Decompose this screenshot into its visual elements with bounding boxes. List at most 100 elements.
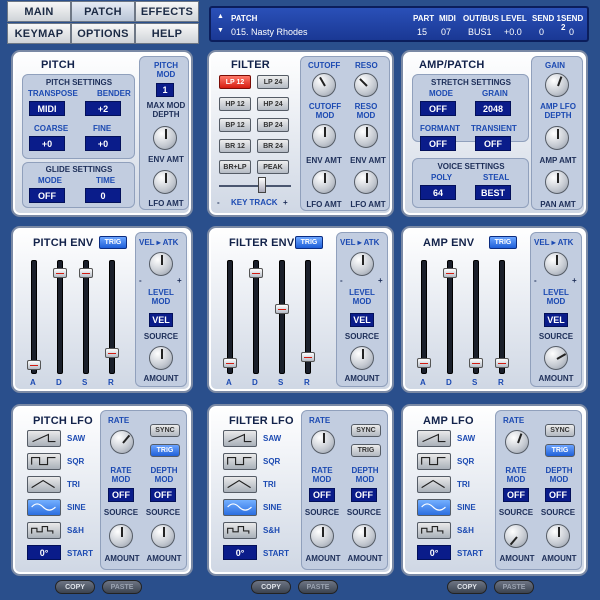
patch-up-arrow-icon[interactable]: ▲ (217, 13, 224, 20)
filter-lfo-sh-button[interactable] (223, 522, 257, 539)
nav-options[interactable]: OPTIONS (71, 23, 135, 44)
reso-lfo-amt-knob[interactable] (354, 170, 378, 194)
amp-paste-button[interactable]: PASTE (494, 580, 534, 594)
filter-env-r-slider[interactable] (301, 352, 315, 362)
filter-env-amount-knob[interactable] (350, 346, 374, 370)
val-midi[interactable]: 07 (441, 27, 451, 37)
filter-lfo-saw-button[interactable] (223, 430, 257, 447)
pitch-env-a-slider[interactable] (27, 360, 41, 370)
val-send1[interactable]: 0 (539, 27, 544, 37)
amp-env-r-slider[interactable] (495, 358, 509, 368)
filter-lfo-sqr-button[interactable] (223, 453, 257, 470)
bender-value[interactable]: +2 (85, 101, 121, 116)
pitch-lfo-sine-button[interactable] (27, 499, 61, 516)
nav-keymap[interactable]: KEYMAP (7, 23, 71, 44)
pitch-lfo-start-value[interactable]: 0° (27, 545, 61, 560)
filter-type-lp24[interactable]: LP 24 (257, 75, 289, 89)
pitch-lfo-tri-button[interactable] (27, 476, 61, 493)
pitch-env-d-slider[interactable] (53, 268, 67, 278)
filter-env-a-slider[interactable] (223, 358, 237, 368)
reso-env-amt-knob[interactable] (354, 124, 378, 148)
pitch-lfo-rate-amount-knob[interactable] (109, 524, 133, 548)
amp-env-amount-knob[interactable] (544, 346, 568, 370)
filter-lfo-tri-button[interactable] (223, 476, 257, 493)
pitch-lfo-trig-button[interactable]: TRIG (150, 444, 180, 457)
filter-env-vel-atk-knob[interactable] (350, 252, 374, 276)
patch-down-arrow-icon[interactable]: ▼ (217, 27, 224, 34)
amp-env-d-slider[interactable] (443, 268, 457, 278)
filter-env-s-slider[interactable] (275, 304, 289, 314)
amp-lfo-rate-knob[interactable] (505, 430, 529, 454)
formant-value[interactable]: OFF (420, 136, 456, 151)
reso-knob[interactable] (354, 73, 378, 97)
fine-value[interactable]: +0 (85, 136, 121, 151)
pitch-env-amt-knob[interactable] (153, 170, 177, 194)
gain-knob[interactable] (545, 73, 569, 97)
val-outbus[interactable]: BUS1 (468, 27, 492, 37)
amp-lfo-rate-mod-value[interactable]: OFF (503, 488, 529, 502)
pitch-env-vel-atk-knob[interactable] (149, 252, 173, 276)
amp-lfo-sine-button[interactable] (417, 499, 451, 516)
pitch-env-amount-knob[interactable] (149, 346, 173, 370)
amp-env-level-mod-value[interactable]: VEL (544, 313, 568, 327)
filter-lfo-trig-button[interactable]: TRIG (351, 444, 381, 457)
val-send2[interactable]: 0 (569, 27, 574, 37)
filter-lfo-rate-mod-value[interactable]: OFF (309, 488, 335, 502)
pitch-lfo-sync-button[interactable]: SYNC (150, 424, 180, 437)
amp-lfo-sqr-button[interactable] (417, 453, 451, 470)
amp-lfo-trig-button[interactable]: TRIG (545, 444, 575, 457)
filter-type-lp12[interactable]: LP 12 (219, 75, 251, 89)
nav-help[interactable]: HELP (135, 23, 199, 44)
filter-lfo-rate-knob[interactable] (311, 430, 335, 454)
patch-name[interactable]: 015. Nasty Rhodes (231, 27, 308, 37)
amp-lfo-start-value[interactable]: 0° (417, 545, 451, 560)
amp-env-s-slider[interactable] (469, 358, 483, 368)
filter-copy-button[interactable]: COPY (251, 580, 291, 594)
pitch-lfo-sh-button[interactable] (27, 522, 61, 539)
poly-value[interactable]: 64 (420, 185, 456, 200)
pitch-lfo-sqr-button[interactable] (27, 453, 61, 470)
amp-lfo-saw-button[interactable] (417, 430, 451, 447)
amp-lfo-depth-knob[interactable] (545, 126, 569, 150)
steal-value[interactable]: BEST (475, 185, 511, 200)
transpose-value[interactable]: MIDI (29, 101, 65, 116)
amp-lfo-depth-amount-knob[interactable] (546, 524, 570, 548)
amp-env-vel-atk-knob[interactable] (544, 252, 568, 276)
filter-lfo-start-value[interactable]: 0° (223, 545, 257, 560)
val-part[interactable]: 15 (417, 27, 427, 37)
filter-env-d-slider[interactable] (249, 268, 263, 278)
filter-type-hp12[interactable]: HP 12 (219, 97, 251, 111)
nav-main[interactable]: MAIN (7, 1, 71, 22)
pitch-env-r-slider[interactable] (105, 348, 119, 358)
pitch-lfo-rate-mod-value[interactable]: OFF (108, 488, 134, 502)
filter-env-level-mod-value[interactable]: VEL (350, 313, 374, 327)
pitch-lfo-rate-knob[interactable] (110, 430, 134, 454)
pitch-paste-button[interactable]: PASTE (102, 580, 142, 594)
amp-env-a-slider[interactable] (417, 358, 431, 368)
filter-env-amt-knob[interactable] (312, 124, 336, 148)
filter-type-br12[interactable]: BR 12 (219, 139, 251, 153)
filter-paste-button[interactable]: PASTE (298, 580, 338, 594)
pitch-env-s-slider[interactable] (79, 268, 93, 278)
nav-patch[interactable]: PATCH (71, 1, 135, 22)
max-mod-depth-knob[interactable] (153, 126, 177, 150)
filter-type-bp12[interactable]: BP 12 (219, 118, 251, 132)
filter-type-hp24[interactable]: HP 24 (257, 97, 289, 111)
transient-value[interactable]: OFF (475, 136, 511, 151)
amp-lfo-sync-button[interactable]: SYNC (545, 424, 575, 437)
pitch-env-trig-button[interactable]: TRIG (99, 236, 127, 249)
coarse-value[interactable]: +0 (29, 136, 65, 151)
filter-type-bp24[interactable]: BP 24 (257, 118, 289, 132)
filter-lfo-sync-button[interactable]: SYNC (351, 424, 381, 437)
filter-lfo-depth-mod-value[interactable]: OFF (351, 488, 377, 502)
pitch-mod-value[interactable]: 1 (156, 83, 174, 97)
pitch-lfo-saw-button[interactable] (27, 430, 61, 447)
pitch-lfo-depth-amount-knob[interactable] (151, 524, 175, 548)
nav-effects[interactable]: EFFECTS (135, 1, 199, 22)
filter-type-brlp[interactable]: BR+LP (219, 160, 251, 174)
filter-lfo-amt-knob[interactable] (312, 170, 336, 194)
filter-type-br24[interactable]: BR 24 (257, 139, 289, 153)
amp-copy-button[interactable]: COPY (447, 580, 487, 594)
val-level[interactable]: +0.0 (504, 27, 522, 37)
glide-mode-value[interactable]: OFF (29, 188, 65, 203)
